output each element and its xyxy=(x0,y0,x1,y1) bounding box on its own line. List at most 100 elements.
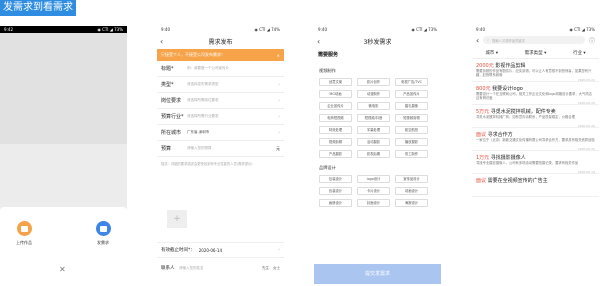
demand-card[interactable]: 面议 需要在全视频宣传的广告主 xyxy=(472,174,599,197)
filter-industry[interactable]: 行业 ▾ xyxy=(573,50,586,56)
demand-card[interactable]: 1万元 寻找摄影摄像人 寻找专业摄影摄像人，公司有多场活动需要拍摄记录，要求有相关… xyxy=(472,151,599,174)
search-icon: ⌕ xyxy=(487,38,490,42)
add-image-button[interactable]: + xyxy=(167,210,187,228)
status-icons: ◉ CTI ◢ 73% xyxy=(569,27,595,32)
demand-card[interactable]: 面议 寻求合作方 一家位于（北京）新款交通文化传播有限公司寻求合作方，要求具有相关… xyxy=(472,128,599,151)
close-icon[interactable]: ✕ xyxy=(277,53,280,58)
brand-tag[interactable]: 海报设计 xyxy=(395,199,428,207)
video-tag[interactable]: 影视后期 xyxy=(357,150,390,158)
brand-tag[interactable]: logo设计 xyxy=(357,175,390,183)
card-title-line: 5万元 寻觅水泥搅拌机械，配件专卖 xyxy=(476,108,595,115)
title-field[interactable]: 标题* 例：我要做一个公司宣传片 xyxy=(157,61,284,77)
budget-field[interactable]: 预算 请输入您的预算 元 xyxy=(157,141,284,157)
brand-tag[interactable]: 封面设计 xyxy=(357,199,390,207)
page-title: 3秒发需求 xyxy=(363,38,392,46)
search-input[interactable]: ⌕ 搜索人才或作品关键字 xyxy=(483,36,585,44)
folder-icon xyxy=(16,221,32,236)
card-description: 需要剪辑的作品有剧情片，纪实剪辑，可以让人有意想不到的惊喜，如果您有兴趣，赶快联… xyxy=(476,69,592,78)
submit-demand-button[interactable]: 提交发需求 xyxy=(314,264,441,284)
nav-header: ‹ 需求发布 xyxy=(157,33,284,49)
document-icon xyxy=(95,221,111,236)
card-price: 面议 xyxy=(476,178,487,184)
status-bar: 9:40 ◉ CTI ◢ 73% xyxy=(472,26,599,33)
video-tag[interactable]: 产品宣传片 xyxy=(395,90,428,98)
brand-tag[interactable]: 宣传品设计 xyxy=(395,175,428,183)
demand-publish-screen: 9:40 ◉ CTI ◢ 74% ‹ 需求发布 只接受个人，不接受公司发布需求！ ✕ … xyxy=(157,26,284,284)
card-description: 需要设计一个在互联网公司，相关工作企业文化和logo风格设计要求，大气简洁且有辨… xyxy=(476,92,592,101)
video-tag[interactable]: 电商短视频 xyxy=(319,114,352,122)
video-tag[interactable]: MG动画 xyxy=(319,90,352,98)
back-icon[interactable]: ‹ xyxy=(160,37,163,46)
upload-work-button[interactable]: 上传作品 xyxy=(7,221,41,246)
video-tag[interactable]: 影片创作 xyxy=(357,78,390,86)
video-tag[interactable]: 短视频剪辑 xyxy=(395,114,428,122)
field-label: 所在城市 xyxy=(161,130,182,136)
page-caption: 发需求到看需求 xyxy=(0,0,76,16)
video-tag[interactable]: 创意文案 xyxy=(319,78,352,86)
video-tag[interactable]: 产品摄影 xyxy=(319,150,352,158)
field-label: 预算 xyxy=(161,146,172,152)
video-tag[interactable]: 企业宣传片 xyxy=(319,102,352,110)
brand-tag[interactable]: 包装设计 xyxy=(319,187,352,195)
video-tag[interactable]: 婚礼摄像 xyxy=(395,102,428,110)
filter-type[interactable]: 需求类型 ▾ xyxy=(525,50,547,56)
deadline-value: 2020-06-14 xyxy=(198,247,222,253)
gender-ms-radio[interactable]: 女士 xyxy=(273,266,280,271)
demand-card[interactable]: 2000元 影视作品剪辑 需要剪辑的作品有剧情片，纪实剪辑，可以让人有意想不到的惊… xyxy=(472,59,599,82)
position-select[interactable]: 岗位要求 请选择所需岗位要求 › xyxy=(157,93,284,109)
city-select[interactable]: 所在城市 广东省-深圳市 › xyxy=(157,125,284,141)
video-tag[interactable]: 播放摄影 xyxy=(395,138,428,146)
filter-city[interactable]: 城市 ▾ xyxy=(485,50,498,56)
back-icon[interactable]: ‹ xyxy=(317,37,320,46)
brand-tag[interactable]: 卡片设计 xyxy=(357,187,390,195)
status-time: 9:40 xyxy=(476,27,485,32)
info-icon[interactable]: ⓘ xyxy=(589,36,595,45)
video-tag[interactable]: 活动摄影 xyxy=(357,138,390,146)
action-sheet: 上传作品 发需求 ✕ xyxy=(0,207,127,284)
status-icons: ◉ CTI ◢ 74% xyxy=(254,27,280,32)
gender-mr-radio[interactable]: 先生 xyxy=(262,266,269,271)
demand-card[interactable]: 800元 我要设计logo 需要设计一个在互联网公司，相关工作企业文化和logo风… xyxy=(472,82,599,105)
publish-demand-button[interactable]: 发需求 xyxy=(86,221,120,246)
video-tag[interactable]: 双工制作 xyxy=(395,150,428,158)
deadline-row[interactable]: 有效截止时间*： 2020-06-14 › xyxy=(157,242,284,258)
close-icon[interactable]: ✕ xyxy=(59,265,66,274)
back-icon[interactable]: ‹ xyxy=(476,36,479,45)
field-value: 请选择所需行业要求 xyxy=(187,114,219,118)
description-textarea[interactable]: 描述：详细的要求描述会更快找到有专业性能的人员(需求提示) xyxy=(157,157,284,215)
demand-list: 2000元 影视作品剪辑 需要剪辑的作品有剧情片，纪实剪辑，可以让人有意想不到的惊… xyxy=(472,59,599,197)
card-description: 一家位于（北京）新款交通文化传播有限公司寻求合作方，要求具有相关资质经验 xyxy=(476,138,595,142)
demand-card[interactable]: 5万元 寻觅水泥搅拌机械，配件专卖 寻觅水泥搅拌机械厂商，如有意向请联系，产品质量… xyxy=(472,105,599,128)
brand-category-title: 品牌设计 xyxy=(319,165,336,170)
camera-icon: + xyxy=(173,214,181,224)
blurred-background xyxy=(0,33,127,144)
video-tag[interactable]: 字幕处理 xyxy=(357,126,390,134)
notice-text: 只接受个人，不接受公司发布需求！ xyxy=(161,52,225,57)
video-tag[interactable]: 微电影 xyxy=(357,102,390,110)
industry-select[interactable]: 预算行业* 请选择所需行业要求 › xyxy=(157,109,284,125)
video-tag[interactable]: 电视广告/TVC xyxy=(395,78,428,86)
chevron-right-icon: › xyxy=(278,247,280,253)
type-select[interactable]: 类型* 请选择发布需求类型 › xyxy=(157,77,284,93)
field-label: 标题* xyxy=(161,66,174,72)
chevron-right-icon: › xyxy=(278,97,280,104)
brand-tag[interactable]: 包装设计 xyxy=(319,175,352,183)
video-tag[interactable]: 航空航拍 xyxy=(395,126,428,134)
brand-tag[interactable]: 画册设计 xyxy=(319,199,352,207)
field-value: 请选择所需岗位要求 xyxy=(187,98,219,102)
budget-unit: 元 xyxy=(276,145,280,151)
video-tag[interactable]: 短视频/抖音 xyxy=(357,114,390,122)
contact-input[interactable]: 请输入您的姓名 xyxy=(179,266,262,271)
demand-list-screen: 9:40 ◉ CTI ◢ 73% ‹ ⌕ 搜索人才或作品关键字 ⓘ 城市 ▾ 需求类… xyxy=(472,26,599,284)
card-title-line: 2000元 影视作品剪辑 xyxy=(476,62,595,69)
brand-tag[interactable]: 动画设计 xyxy=(395,187,428,195)
video-tag[interactable]: 动漫制作 xyxy=(357,90,390,98)
publish-menu-screen: 9:42 ◉ CTI ◢ 73% 上传作品 发需求 ✕ xyxy=(0,26,127,284)
status-time: 9:42 xyxy=(4,27,13,32)
video-tag[interactable]: 视频剪辑 xyxy=(319,138,352,146)
filter-bar: 城市 ▾ 需求类型 ▾ 行业 ▾ xyxy=(472,47,599,59)
nav-header: ‹ 3秒发需求 xyxy=(314,33,441,49)
field-label: 岗位要求 xyxy=(161,98,182,104)
status-time: 9:40 xyxy=(161,27,170,32)
video-tag[interactable]: 特效处理 xyxy=(319,126,352,134)
